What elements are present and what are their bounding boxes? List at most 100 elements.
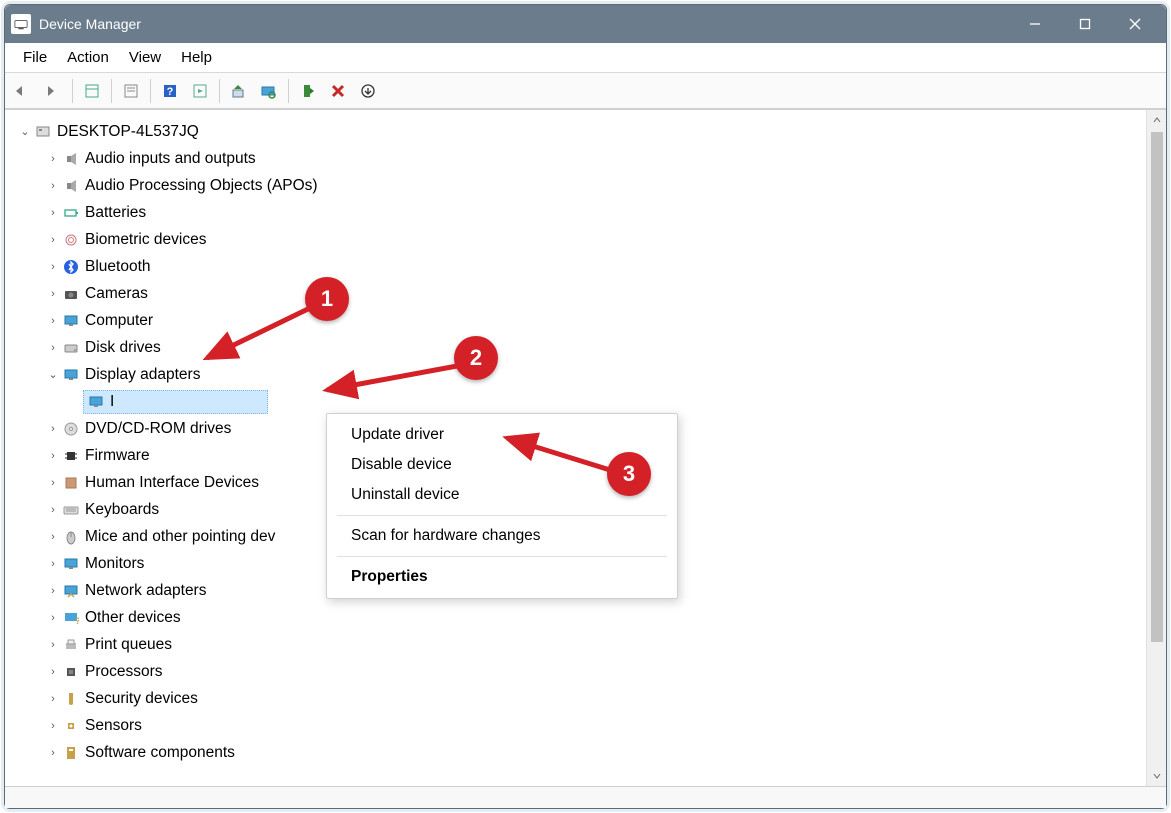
cpu-icon (61, 662, 81, 682)
expand-icon[interactable]: › (45, 315, 61, 327)
expand-icon[interactable]: › (45, 234, 61, 246)
expand-icon[interactable]: › (45, 612, 61, 624)
down-button[interactable] (354, 77, 382, 105)
update-driver-button[interactable] (225, 77, 253, 105)
expand-icon[interactable]: › (45, 747, 61, 759)
tree-item[interactable]: › Audio inputs and outputs (45, 145, 1146, 172)
tree-child[interactable]: I (67, 388, 1146, 415)
help-button[interactable]: ? (156, 77, 184, 105)
menubar: File Action View Help (5, 43, 1166, 73)
svg-text:?: ? (75, 616, 79, 626)
tree-item[interactable]: › Cameras (45, 280, 1146, 307)
action-button[interactable] (186, 77, 214, 105)
menu-properties[interactable]: Properties (327, 562, 677, 592)
vertical-scrollbar[interactable] (1146, 110, 1166, 786)
callout-2: 2 (454, 336, 498, 380)
menu-scan-hardware[interactable]: Scan for hardware changes (327, 521, 677, 551)
expand-icon[interactable]: › (45, 261, 61, 273)
tree-item-label: Disk drives (85, 339, 161, 357)
titlebar[interactable]: Device Manager (5, 5, 1166, 43)
tree-item[interactable]: › Processors (45, 658, 1146, 685)
menu-separator (337, 556, 667, 557)
expand-icon[interactable]: › (45, 153, 61, 165)
scan-hardware-button[interactable] (255, 77, 283, 105)
tree-item-label: Sensors (85, 717, 142, 735)
window-frame: Device Manager File Action View Help ? (4, 4, 1167, 809)
tree-item[interactable]: › Sensors (45, 712, 1146, 739)
expand-icon[interactable]: › (45, 558, 61, 570)
tree-item-label: Bluetooth (85, 258, 151, 276)
statusbar (5, 786, 1166, 808)
tree-item[interactable]: ›Batteries (45, 199, 1146, 226)
mouse-icon (61, 527, 81, 547)
expand-icon[interactable]: › (45, 477, 61, 489)
scroll-down-icon[interactable] (1147, 766, 1166, 786)
window-title: Device Manager (39, 16, 141, 32)
expand-icon[interactable]: › (45, 423, 61, 435)
network-icon (61, 581, 81, 601)
tree-item[interactable]: ⌄Display adapters (45, 361, 1146, 388)
tree-item-label: Security devices (85, 690, 198, 708)
drive-icon (61, 338, 81, 358)
tree-item-label: Processors (85, 663, 163, 681)
tree-item[interactable]: › Disk drives (45, 334, 1146, 361)
show-hidden-button[interactable] (78, 77, 106, 105)
expand-icon[interactable]: › (45, 342, 61, 354)
tree-item-label: DVD/CD-ROM drives (85, 420, 231, 438)
tree-item[interactable]: ›Audio Processing Objects (APOs) (45, 172, 1146, 199)
tree-item[interactable]: ›Computer (45, 307, 1146, 334)
tree-item[interactable]: › Bluetooth (45, 253, 1146, 280)
expand-icon[interactable]: › (45, 450, 61, 462)
scroll-thumb[interactable] (1151, 132, 1163, 642)
tree-item-label: Keyboards (85, 501, 159, 519)
computer-icon (33, 122, 53, 142)
camera-icon (61, 284, 81, 304)
menu-help[interactable]: Help (171, 47, 222, 68)
tree-item[interactable]: › Security devices (45, 685, 1146, 712)
callout-3: 3 (607, 452, 651, 496)
printer-icon (61, 635, 81, 655)
selected-device[interactable]: I (83, 390, 268, 414)
tree-item-label: Software components (85, 744, 235, 762)
expand-icon[interactable]: › (45, 207, 61, 219)
expand-icon[interactable]: › (45, 639, 61, 651)
enable-device-button[interactable] (294, 77, 322, 105)
tree-item[interactable]: ›?Other devices (45, 604, 1146, 631)
back-button[interactable] (9, 77, 37, 105)
uninstall-button[interactable] (324, 77, 352, 105)
tree-item[interactable]: ›Biometric devices (45, 226, 1146, 253)
question-icon: ? (61, 608, 81, 628)
window-controls (1010, 5, 1160, 43)
scroll-up-icon[interactable] (1147, 110, 1166, 130)
tree-item-label: Mice and other pointing dev (85, 528, 275, 546)
root-label: DESKTOP-4L537JQ (57, 123, 199, 141)
minimize-button[interactable] (1010, 5, 1060, 43)
forward-button[interactable] (39, 77, 67, 105)
expand-icon[interactable]: › (45, 666, 61, 678)
collapse-icon[interactable]: ⌄ (17, 125, 33, 138)
tree-item-label: Audio inputs and outputs (85, 150, 256, 168)
expand-icon[interactable]: › (45, 693, 61, 705)
maximize-button[interactable] (1060, 5, 1110, 43)
menu-file[interactable]: File (13, 47, 57, 68)
expand-icon[interactable]: ⌄ (45, 368, 61, 381)
tree-root[interactable]: ⌄ DESKTOP-4L537JQ (17, 118, 1146, 145)
speaker-icon (61, 149, 81, 169)
tree-item[interactable]: › Software components (45, 739, 1146, 766)
tree-item-label: Cameras (85, 285, 148, 303)
expand-icon[interactable]: › (45, 180, 61, 192)
component-icon (61, 743, 81, 763)
expand-icon[interactable]: › (45, 585, 61, 597)
context-menu: Update driver Disable device Uninstall d… (326, 413, 678, 599)
tree-item[interactable]: ›Print queues (45, 631, 1146, 658)
menu-update-driver[interactable]: Update driver (327, 420, 677, 450)
menu-action[interactable]: Action (57, 47, 119, 68)
menu-view[interactable]: View (119, 47, 171, 68)
expand-icon[interactable]: › (45, 720, 61, 732)
expand-icon[interactable]: › (45, 504, 61, 516)
close-button[interactable] (1110, 5, 1160, 43)
expand-icon[interactable]: › (45, 531, 61, 543)
properties-button[interactable] (117, 77, 145, 105)
fingerprint-icon (61, 230, 81, 250)
expand-icon[interactable]: › (45, 288, 61, 300)
